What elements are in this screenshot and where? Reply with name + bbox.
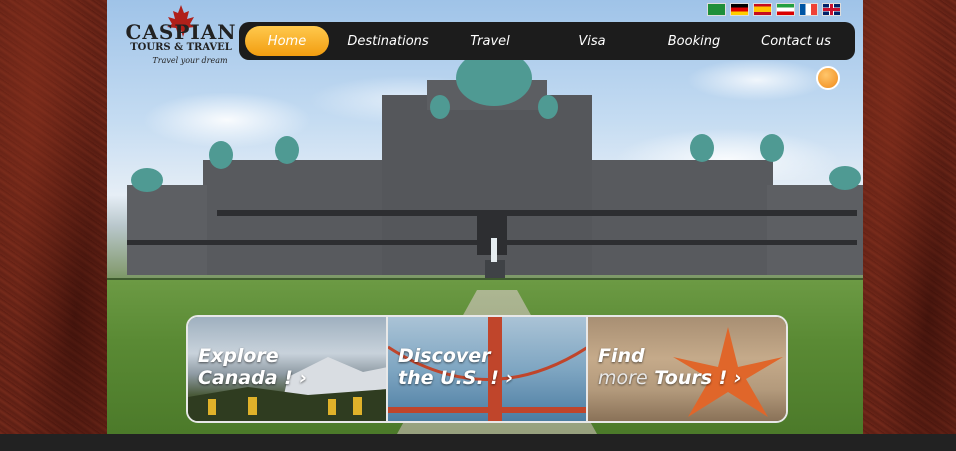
card-explore-canada[interactable]: Explore Canada ! › — [188, 317, 386, 421]
logo-name: CASPIAN — [125, 20, 237, 44]
iran-flag-icon[interactable] — [776, 3, 795, 16]
main-navigation: Home Destinations Travel Visa Booking Co… — [239, 22, 855, 60]
nav-home[interactable]: Home — [245, 26, 329, 56]
french-flag-icon[interactable] — [799, 3, 818, 16]
promo-cards: Explore Canada ! › Discover the U.S. ! ›… — [186, 315, 788, 423]
card-us-line2: the U.S. ! › — [398, 367, 514, 389]
spanish-flag-icon[interactable] — [753, 3, 772, 16]
footer-strip — [0, 434, 956, 451]
card-tours-text: Find more Tours ! › — [598, 345, 742, 389]
card-tours-main: Tours ! › — [647, 367, 742, 389]
site-logo[interactable]: CASPIAN TOURS & TRAVEL Travel your dream — [121, 4, 241, 66]
language-selector — [707, 3, 841, 16]
card-discover-us[interactable]: Discover the U.S. ! › — [386, 317, 586, 421]
card-tours-line2: more Tours ! › — [598, 367, 742, 389]
card-canada-line1: Explore — [198, 345, 279, 367]
logo-subtitle: TOURS & TRAVEL — [130, 42, 232, 53]
nav-visa[interactable]: Visa — [541, 26, 643, 56]
gallery-toggle-icon[interactable] — [816, 66, 840, 90]
card-us-line1: Discover — [398, 345, 491, 367]
nav-booking[interactable]: Booking — [643, 26, 745, 56]
card-canada-line2: Canada ! › — [198, 367, 308, 389]
nav-destinations[interactable]: Destinations — [337, 26, 439, 56]
hero-banner: CASPIAN TOURS & TRAVEL Travel your dream… — [107, 0, 863, 434]
right-background-texture — [863, 0, 956, 451]
card-canada-text: Explore Canada ! › — [198, 345, 307, 389]
nav-contact[interactable]: Contact us — [745, 26, 847, 56]
card-us-text: Discover the U.S. ! › — [398, 345, 513, 389]
nav-travel[interactable]: Travel — [439, 26, 541, 56]
card-tours-line1: Find — [598, 345, 645, 367]
arabic-flag-icon[interactable] — [707, 3, 726, 16]
german-flag-icon[interactable] — [730, 3, 749, 16]
card-find-tours[interactable]: Find more Tours ! › — [586, 317, 786, 421]
card-tours-muted: more — [598, 367, 648, 389]
left-background-texture — [0, 0, 107, 451]
uk-flag-icon[interactable] — [822, 3, 841, 16]
logo-tagline: Travel your dream — [152, 56, 228, 65]
